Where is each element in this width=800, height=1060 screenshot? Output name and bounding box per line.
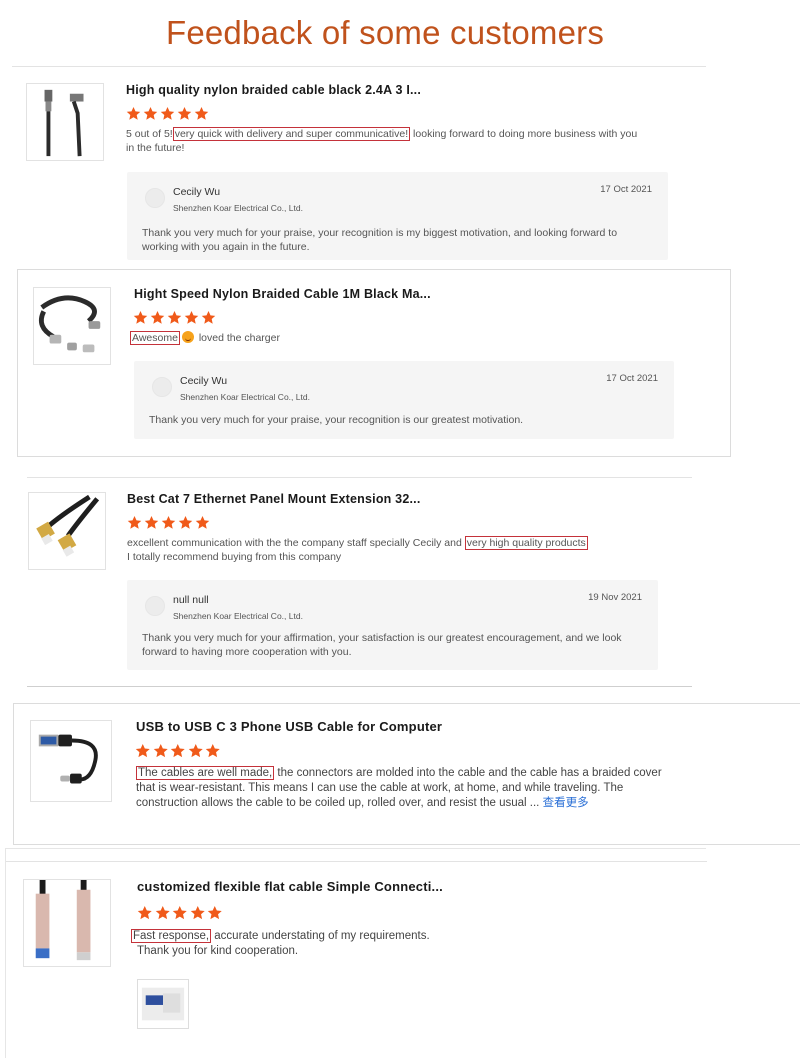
star-icon (153, 743, 168, 758)
reply-text: Thank you very much for your affirmation… (142, 632, 622, 658)
star-icon (207, 905, 222, 920)
highlighted-phrase: The cables are well made, (136, 766, 275, 780)
product-title[interactable]: Best Cat 7 Ethernet Panel Mount Extensio… (127, 492, 421, 506)
product-image-usb-c-cable[interactable] (30, 720, 112, 802)
review-text: 5 out of 5! very quick with delivery and … (126, 127, 646, 155)
review-text: Fast response, accurate understating of … (131, 929, 651, 959)
reply-text: Thank you very much for your praise, you… (142, 227, 618, 253)
star-icon (178, 515, 193, 529)
star-rating (135, 743, 221, 759)
reply-company: Shenzhen Koar Electrical Co., Ltd. (180, 392, 310, 402)
review-text-post: accurate understating of my requirements… (211, 930, 430, 942)
highlighted-phrase: very high quality products (464, 536, 588, 550)
avatar (152, 377, 172, 397)
product-title[interactable]: customized flexible flat cable Simple Co… (137, 879, 443, 894)
star-icon (167, 310, 182, 324)
review-text-pre: 5 out of 5! (126, 128, 173, 140)
review-text-post: loved the charger (195, 332, 280, 344)
star-icon (184, 310, 199, 324)
product-image-flat-flex-cable[interactable] (23, 879, 111, 967)
smiling-face-icon (181, 331, 194, 343)
star-icon (155, 905, 170, 920)
avatar (145, 596, 165, 616)
review-text-line2: Thank you for kind cooperation. (137, 945, 299, 957)
reply-date: 17 Oct 2021 (606, 373, 658, 384)
product-title[interactable]: Hight Speed Nylon Braided Cable 1M Black… (134, 287, 431, 301)
star-icon (177, 106, 192, 120)
product-title[interactable]: High quality nylon braided cable black 2… (126, 83, 421, 97)
reply-date: 17 Oct 2021 (600, 184, 652, 195)
star-icon (143, 106, 158, 120)
highlighted-phrase: Fast response, (131, 929, 212, 943)
highlighted-phrase: very quick with delivery and super commu… (172, 127, 411, 141)
star-icon (160, 106, 175, 120)
review-text: Awesome loved the charger (130, 331, 650, 345)
seller-reply: null null Shenzhen Koar Electrical Co., … (127, 580, 658, 670)
star-icon (150, 310, 165, 324)
star-icon (201, 310, 216, 324)
star-icon (137, 905, 152, 920)
product-image-magnetic-cable[interactable] (33, 287, 111, 365)
highlighted-phrase: Awesome (130, 331, 180, 345)
seller-reply: Cecily Wu Shenzhen Koar Electrical Co., … (134, 361, 674, 439)
star-rating (133, 310, 216, 325)
review-text-pre: excellent communication with the the com… (127, 537, 465, 549)
star-icon (161, 515, 176, 529)
star-icon (170, 743, 185, 758)
star-rating (127, 515, 210, 530)
star-icon (194, 106, 209, 120)
avatar (145, 188, 165, 208)
reply-text: Thank you very much for your praise, you… (149, 414, 524, 426)
product-title[interactable]: USB to USB C 3 Phone USB Cable for Compu… (136, 719, 442, 734)
product-image-braided-cable-black[interactable] (26, 83, 104, 161)
seller-reply: Cecily Wu Shenzhen Koar Electrical Co., … (127, 172, 668, 260)
star-icon (195, 515, 210, 529)
reply-date: 19 Nov 2021 (588, 592, 642, 603)
reply-company: Shenzhen Koar Electrical Co., Ltd. (173, 611, 303, 621)
divider (6, 861, 707, 862)
reply-author: Cecily Wu (180, 375, 228, 387)
star-rating (137, 905, 223, 921)
divider (27, 686, 692, 687)
star-icon (144, 515, 159, 529)
review-text-post: I totally recommend buying from this com… (127, 551, 342, 563)
review-photo[interactable] (137, 979, 189, 1029)
reply-author: null null (173, 594, 209, 606)
star-icon (133, 310, 148, 324)
see-more-link[interactable]: 查看更多 (543, 797, 589, 809)
divider (12, 66, 706, 67)
page-title: Feedback of some customers (165, 14, 605, 51)
divider (27, 477, 692, 478)
star-icon (127, 515, 142, 529)
review-text: excellent communication with the the com… (127, 536, 627, 564)
product-image-ethernet-cable[interactable] (28, 492, 106, 570)
star-icon (126, 106, 141, 120)
star-icon (135, 743, 150, 758)
star-icon (188, 743, 203, 758)
reply-author: Cecily Wu (173, 186, 221, 198)
star-icon (172, 905, 187, 920)
star-icon (190, 905, 205, 920)
reply-company: Shenzhen Koar Electrical Co., Ltd. (173, 203, 303, 213)
star-rating (126, 106, 209, 121)
star-icon (205, 743, 220, 758)
review-text: The cables are well made, the connectors… (136, 766, 676, 811)
